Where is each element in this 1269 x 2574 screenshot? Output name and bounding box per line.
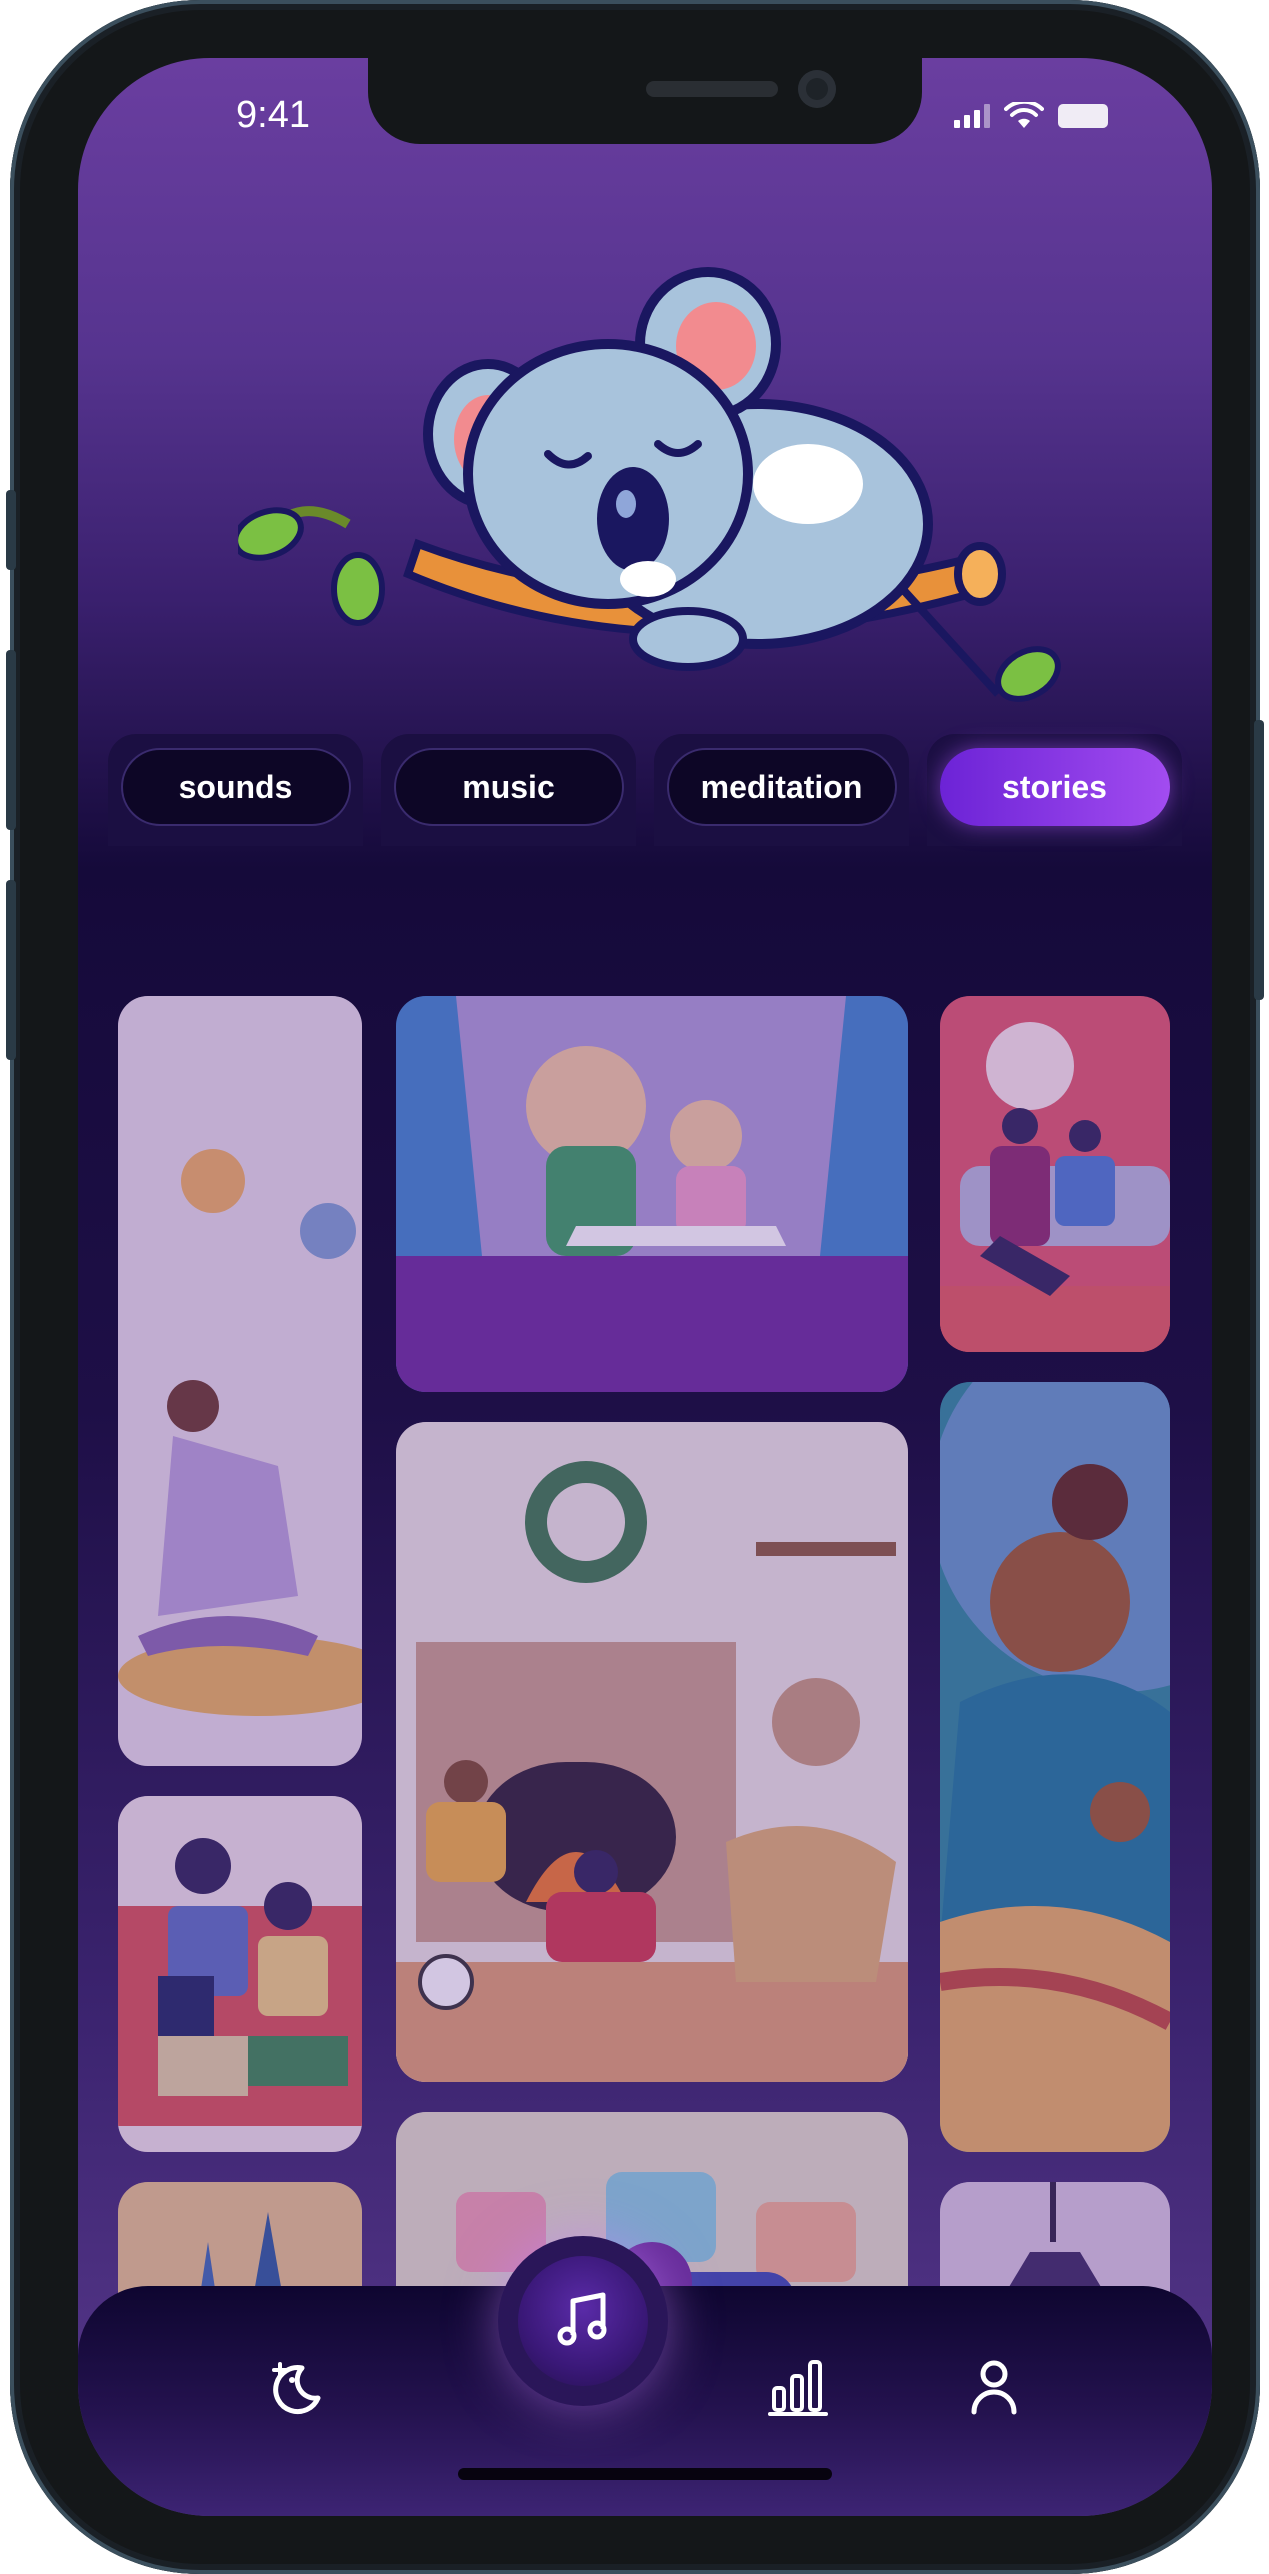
tab-slot-stories: stories — [927, 734, 1182, 846]
app-screen: 9:41 sounds music meditation stories — [78, 58, 1212, 2516]
nav-music-inner — [518, 2256, 648, 2386]
nav-sleep-button[interactable] — [258, 2346, 338, 2426]
koala-illustration — [238, 267, 1061, 702]
story-illustration — [940, 1382, 1170, 2152]
story-card-woman-reading[interactable] — [118, 996, 362, 1766]
story-card-father-son[interactable] — [118, 1796, 362, 2152]
moon-stars-icon — [272, 2362, 321, 2415]
tab-slot-meditation: meditation — [654, 734, 909, 846]
story-illustration — [118, 1796, 362, 2152]
story-illustration — [940, 996, 1170, 1352]
nav-stats-button[interactable] — [758, 2346, 838, 2426]
story-card-bedtime-reading[interactable] — [396, 996, 908, 1392]
story-card-father-daughter[interactable] — [940, 1382, 1170, 2152]
signal-icon — [954, 104, 990, 128]
battery-icon — [1058, 104, 1108, 128]
notch — [368, 58, 922, 144]
tab-stories[interactable]: stories — [939, 748, 1170, 826]
story-card-couple-reading[interactable] — [940, 996, 1170, 1352]
front-camera — [798, 70, 836, 108]
tab-sounds[interactable]: sounds — [120, 748, 351, 826]
story-illustration — [118, 996, 362, 1766]
nav-profile-button[interactable] — [954, 2346, 1034, 2426]
wifi-icon — [1004, 102, 1044, 128]
phone-frame: 9:41 sounds music meditation stories — [6, 0, 1264, 2574]
status-time: 9:41 — [236, 94, 310, 136]
power-button — [1254, 720, 1264, 1000]
tab-slot-sounds: sounds — [108, 734, 363, 846]
status-icons — [954, 102, 1112, 130]
speaker — [646, 81, 778, 97]
volume-down-button — [6, 880, 16, 1060]
bottom-navigation — [78, 2236, 1212, 2516]
mute-switch — [6, 490, 16, 570]
tab-slot-music: music — [381, 734, 636, 846]
music-note-icon — [557, 2292, 607, 2346]
story-illustration — [396, 996, 908, 1392]
bar-chart-icon — [768, 2360, 828, 2416]
tab-meditation[interactable]: meditation — [666, 748, 897, 826]
story-illustration — [396, 1422, 908, 2082]
user-icon — [971, 2360, 1017, 2415]
category-tabs: sounds music meditation stories — [78, 734, 1212, 846]
home-indicator[interactable] — [458, 2468, 832, 2480]
story-card-fireplace[interactable] — [396, 1422, 908, 2082]
tab-music[interactable]: music — [393, 748, 624, 826]
volume-up-button — [6, 650, 16, 830]
nav-music-button[interactable] — [498, 2236, 668, 2406]
stories-grid — [78, 846, 1212, 2346]
